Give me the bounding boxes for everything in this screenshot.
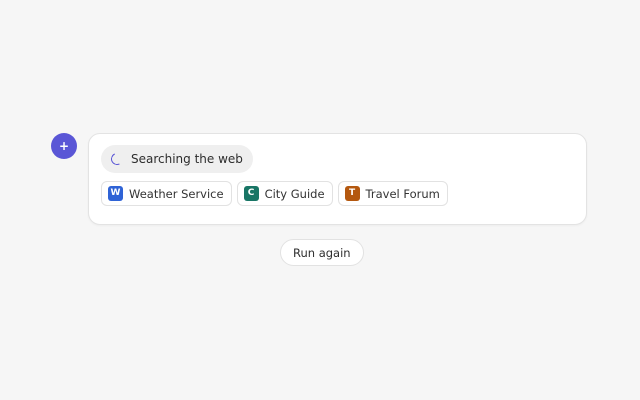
source-chip-travel-forum[interactable]: T Travel Forum	[337, 181, 448, 206]
city-guide-favicon-icon: C	[243, 186, 259, 201]
spinner-icon	[109, 151, 125, 167]
source-chip-label: Travel Forum	[365, 186, 440, 201]
source-list: W Weather Service C City Guide T Travel …	[101, 181, 448, 206]
plus-icon: +	[58, 139, 70, 153]
source-chip-label: City Guide	[264, 186, 325, 201]
run-again-button[interactable]: Run again	[280, 239, 364, 266]
source-chip-label: Weather Service	[129, 186, 224, 201]
source-chip-weather-service[interactable]: W Weather Service	[101, 181, 232, 206]
search-status-pill: Searching the web	[101, 145, 253, 173]
travel-forum-favicon-icon: T	[344, 186, 360, 201]
search-status-label: Searching the web	[131, 152, 243, 166]
weather-service-favicon-icon: W	[108, 186, 123, 201]
assistant-avatar: +	[51, 133, 77, 159]
source-chip-city-guide[interactable]: C City Guide	[236, 181, 333, 206]
search-status-card: Searching the web W Weather Service C Ci…	[88, 133, 587, 225]
